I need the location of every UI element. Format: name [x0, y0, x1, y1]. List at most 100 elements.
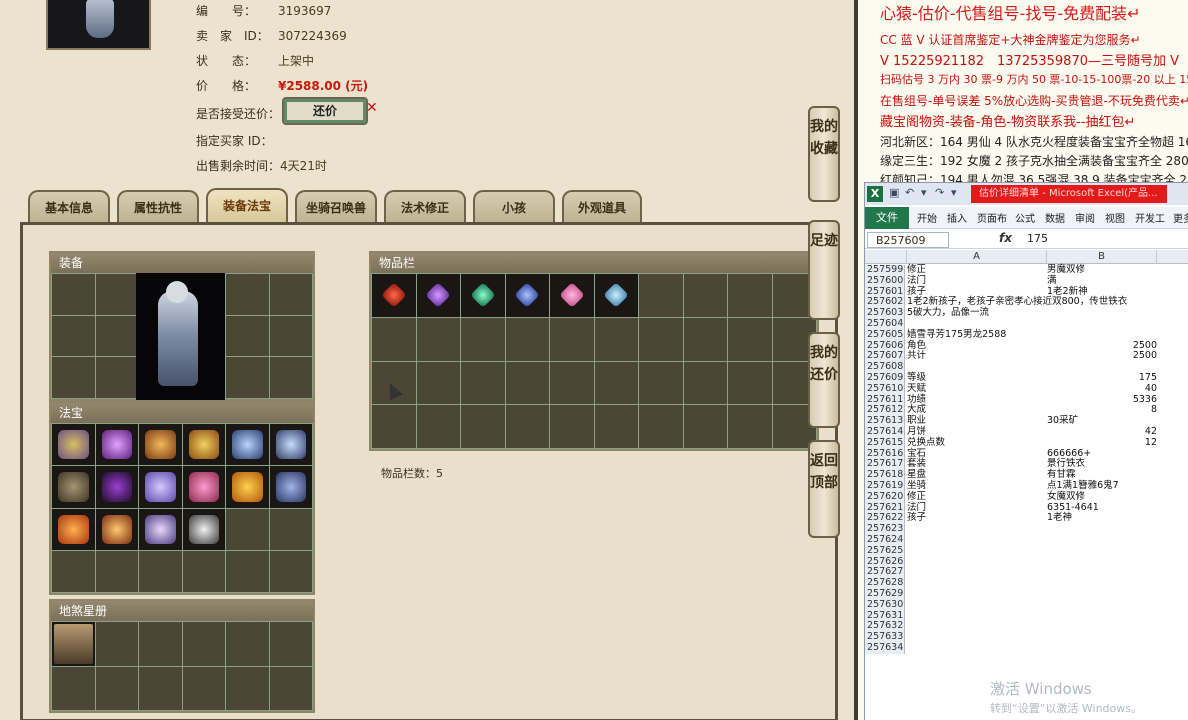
equip-slot[interactable] [52, 274, 95, 315]
equip-slot[interactable] [95, 274, 138, 315]
equip-slot[interactable] [95, 315, 138, 357]
equip-slot[interactable] [226, 315, 269, 357]
cell-a[interactable]: 职业 [907, 415, 1047, 427]
row-number[interactable]: 257615 [865, 437, 905, 449]
star-slot[interactable] [226, 622, 269, 666]
star-slot[interactable] [182, 666, 225, 710]
star-slot[interactable] [226, 666, 269, 710]
gem-item[interactable] [461, 274, 505, 317]
my-offers-button[interactable]: 我的还价 [808, 332, 840, 428]
treasure-item[interactable] [182, 508, 225, 550]
column-header-a[interactable]: A [907, 250, 1047, 264]
star-slot[interactable] [139, 622, 182, 666]
cell-b[interactable]: 40 [1047, 383, 1157, 395]
treasure-slot[interactable] [226, 550, 269, 592]
gem-item[interactable] [505, 274, 549, 317]
column-header-b[interactable]: B [1047, 250, 1157, 264]
inventory-slot[interactable] [683, 405, 727, 448]
inventory-slot[interactable] [461, 405, 505, 448]
function-icon[interactable]: fx [999, 231, 1012, 245]
cell-a[interactable]: 大成 [907, 405, 1047, 416]
treasure-item[interactable] [182, 466, 225, 508]
treasure-item[interactable] [52, 508, 95, 550]
cell-a[interactable]: 宝石 [907, 448, 1047, 460]
row-number[interactable]: 257600 [865, 275, 905, 287]
back-to-top-button[interactable]: 返回顶部 [808, 440, 840, 538]
inventory-slot[interactable] [728, 317, 772, 361]
tab-appearance[interactable]: 外观道具 [562, 190, 642, 222]
inventory-slot[interactable] [639, 274, 683, 317]
row-number[interactable]: 257630 [865, 599, 905, 611]
inventory-slot[interactable] [550, 317, 594, 361]
inventory-slot[interactable] [416, 317, 460, 361]
inventory-slot[interactable] [372, 317, 416, 361]
redo-icon[interactable]: ↷ [935, 186, 944, 199]
customize-icon[interactable]: ▾ [951, 186, 957, 199]
ribbon-tab-page-layout[interactable]: 页面布 [977, 210, 1007, 225]
treasure-item[interactable] [95, 466, 138, 508]
inventory-slot[interactable] [416, 361, 460, 405]
ribbon-tab-more[interactable]: 更多 [1173, 210, 1188, 225]
inventory-slot[interactable] [683, 361, 727, 405]
ribbon-tab-view[interactable]: 视图 [1105, 210, 1125, 225]
save-icon[interactable]: ▣ [889, 186, 899, 199]
equip-slot[interactable] [269, 274, 312, 315]
tab-mounts[interactable]: 坐骑召唤兽 [295, 190, 377, 222]
cell-b[interactable]: 12 [1047, 437, 1157, 449]
star-slot[interactable] [269, 666, 312, 710]
inventory-slot[interactable] [683, 317, 727, 361]
gem-item[interactable] [594, 274, 638, 317]
undo-icon[interactable]: ↶ [905, 186, 914, 199]
star-slot[interactable] [182, 622, 225, 666]
cell-a[interactable]: 坐骑 [907, 480, 1047, 492]
star-slot[interactable] [95, 622, 138, 666]
treasure-item[interactable] [226, 424, 269, 466]
treasure-item[interactable] [52, 424, 95, 466]
tab-basic-info[interactable]: 基本信息 [28, 190, 110, 222]
row-number[interactable]: 257620 [865, 491, 905, 503]
inventory-slot[interactable] [372, 405, 416, 448]
cell-b[interactable]: 2500 [1047, 351, 1157, 362]
ribbon-tab-file[interactable]: 文件 [865, 207, 909, 229]
gem-item[interactable] [416, 274, 460, 317]
treasure-item[interactable] [269, 424, 312, 466]
cell-a[interactable]: 兑换点数 [907, 437, 1047, 449]
cell-a[interactable]: 天赋 [907, 383, 1047, 395]
star-slot[interactable] [52, 666, 95, 710]
treasure-slot[interactable] [95, 550, 138, 592]
footprints-button[interactable]: 足迹 [808, 220, 840, 320]
cell-b[interactable]: 1老神 [1047, 513, 1157, 524]
tab-attributes[interactable]: 属性抗性 [117, 190, 199, 222]
counter-offer-button[interactable]: 还价 [282, 97, 368, 125]
gem-item[interactable] [372, 274, 416, 317]
inventory-slot[interactable] [728, 361, 772, 405]
row-number[interactable]: 257625 [865, 545, 905, 557]
cell-a[interactable]: 等级 [907, 372, 1047, 384]
equip-slot[interactable] [95, 357, 138, 398]
row-number[interactable]: 257610 [865, 383, 905, 395]
inventory-slot[interactable] [594, 361, 638, 405]
inventory-slot[interactable] [550, 361, 594, 405]
treasure-slot[interactable] [182, 550, 225, 592]
treasure-item[interactable] [269, 466, 312, 508]
cell-b[interactable]: 175 [1047, 372, 1157, 384]
ribbon-tab-data[interactable]: 数据 [1045, 210, 1065, 225]
tab-children[interactable]: 小孩 [473, 190, 555, 222]
cell-b[interactable]: 5336 [1047, 394, 1157, 406]
treasure-slot[interactable] [269, 550, 312, 592]
cell-a[interactable]: 修正 [907, 264, 1047, 276]
tab-spells[interactable]: 法术修正 [384, 190, 466, 222]
inventory-slot[interactable] [505, 317, 549, 361]
inventory-slot[interactable] [639, 405, 683, 448]
treasure-item[interactable] [95, 508, 138, 550]
ribbon-tab-insert[interactable]: 插入 [947, 210, 967, 225]
close-icon[interactable]: ✕ [366, 100, 378, 116]
treasure-item[interactable] [52, 466, 95, 508]
cell-a[interactable]: 星盘 [907, 469, 1047, 481]
cell-a[interactable]: 功绩 [907, 394, 1047, 406]
inventory-slot[interactable] [639, 361, 683, 405]
cell-b[interactable]: 满 [1047, 275, 1157, 287]
cell-b[interactable]: 女魔双修 [1047, 491, 1157, 503]
cell-b[interactable]: 42 [1047, 426, 1157, 438]
inventory-slot[interactable] [461, 361, 505, 405]
